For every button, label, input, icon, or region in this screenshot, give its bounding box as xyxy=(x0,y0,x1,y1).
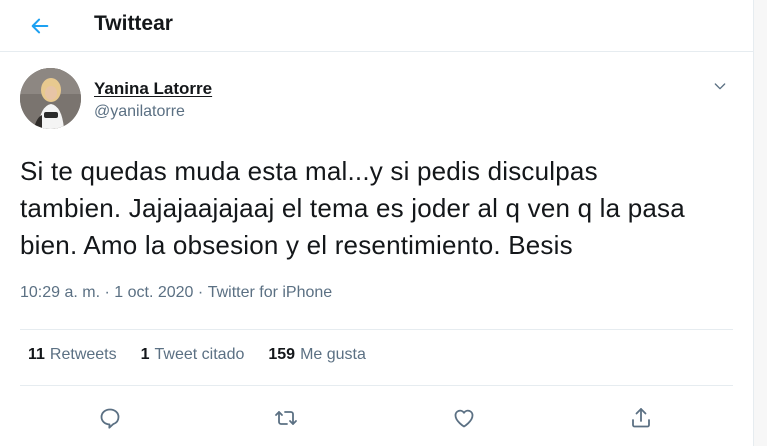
chevron-down-icon xyxy=(714,83,726,90)
tweet-text: Si te quedas muda esta mal...y si pedis … xyxy=(20,156,685,260)
like-icon xyxy=(454,409,474,428)
page-header: Twittear xyxy=(0,0,753,52)
tweet-source[interactable]: Twitter for iPhone xyxy=(208,284,333,301)
retweet-icon xyxy=(275,411,297,425)
like-button[interactable] xyxy=(446,400,482,436)
tweet-stats: 11 Retweets 1 Tweet citado 159 Me gusta xyxy=(28,346,390,364)
tweet-time[interactable]: 10:29 a. m. xyxy=(20,284,100,301)
avatar-image xyxy=(20,68,81,129)
more-options-button[interactable] xyxy=(706,74,734,98)
author-name[interactable]: Yanina Latorre xyxy=(94,79,212,99)
reply-button[interactable] xyxy=(92,400,128,436)
avatar[interactable] xyxy=(20,68,81,129)
likes-count: 159 xyxy=(268,346,296,363)
divider xyxy=(20,329,733,330)
retweets-stat[interactable]: 11 Retweets xyxy=(28,346,117,364)
arrow-left-icon xyxy=(31,18,49,34)
page-title: Twittear xyxy=(94,12,173,35)
retweets-label: Retweets xyxy=(49,346,117,363)
reply-icon xyxy=(100,408,120,429)
quote-tweets-label: Tweet citado xyxy=(154,346,245,363)
likes-stat[interactable]: 159 Me gusta xyxy=(268,346,366,364)
quote-tweets-count: 1 xyxy=(140,346,150,363)
likes-label: Me gusta xyxy=(300,346,366,363)
retweets-count: 11 xyxy=(28,346,45,363)
author-handle[interactable]: @yanilatorre xyxy=(94,103,185,121)
tweet-date[interactable]: 1 oct. 2020 xyxy=(114,284,193,301)
share-button[interactable] xyxy=(623,400,659,436)
divider xyxy=(20,385,733,386)
share-icon xyxy=(632,408,650,428)
tweet-page: Twittear Yanina Latorre @yanilatorre Si … xyxy=(0,0,753,446)
quote-tweets-stat[interactable]: 1 Tweet citado xyxy=(141,346,245,364)
meta-separator: · xyxy=(104,284,115,301)
tweet-actions xyxy=(0,398,753,438)
page-edge xyxy=(753,0,767,446)
meta-separator: · xyxy=(197,284,208,301)
retweet-button[interactable] xyxy=(268,400,304,436)
back-button[interactable] xyxy=(24,10,56,42)
tweet-meta: 10:29 a. m. · 1 oct. 2020 · Twitter for … xyxy=(20,284,332,302)
